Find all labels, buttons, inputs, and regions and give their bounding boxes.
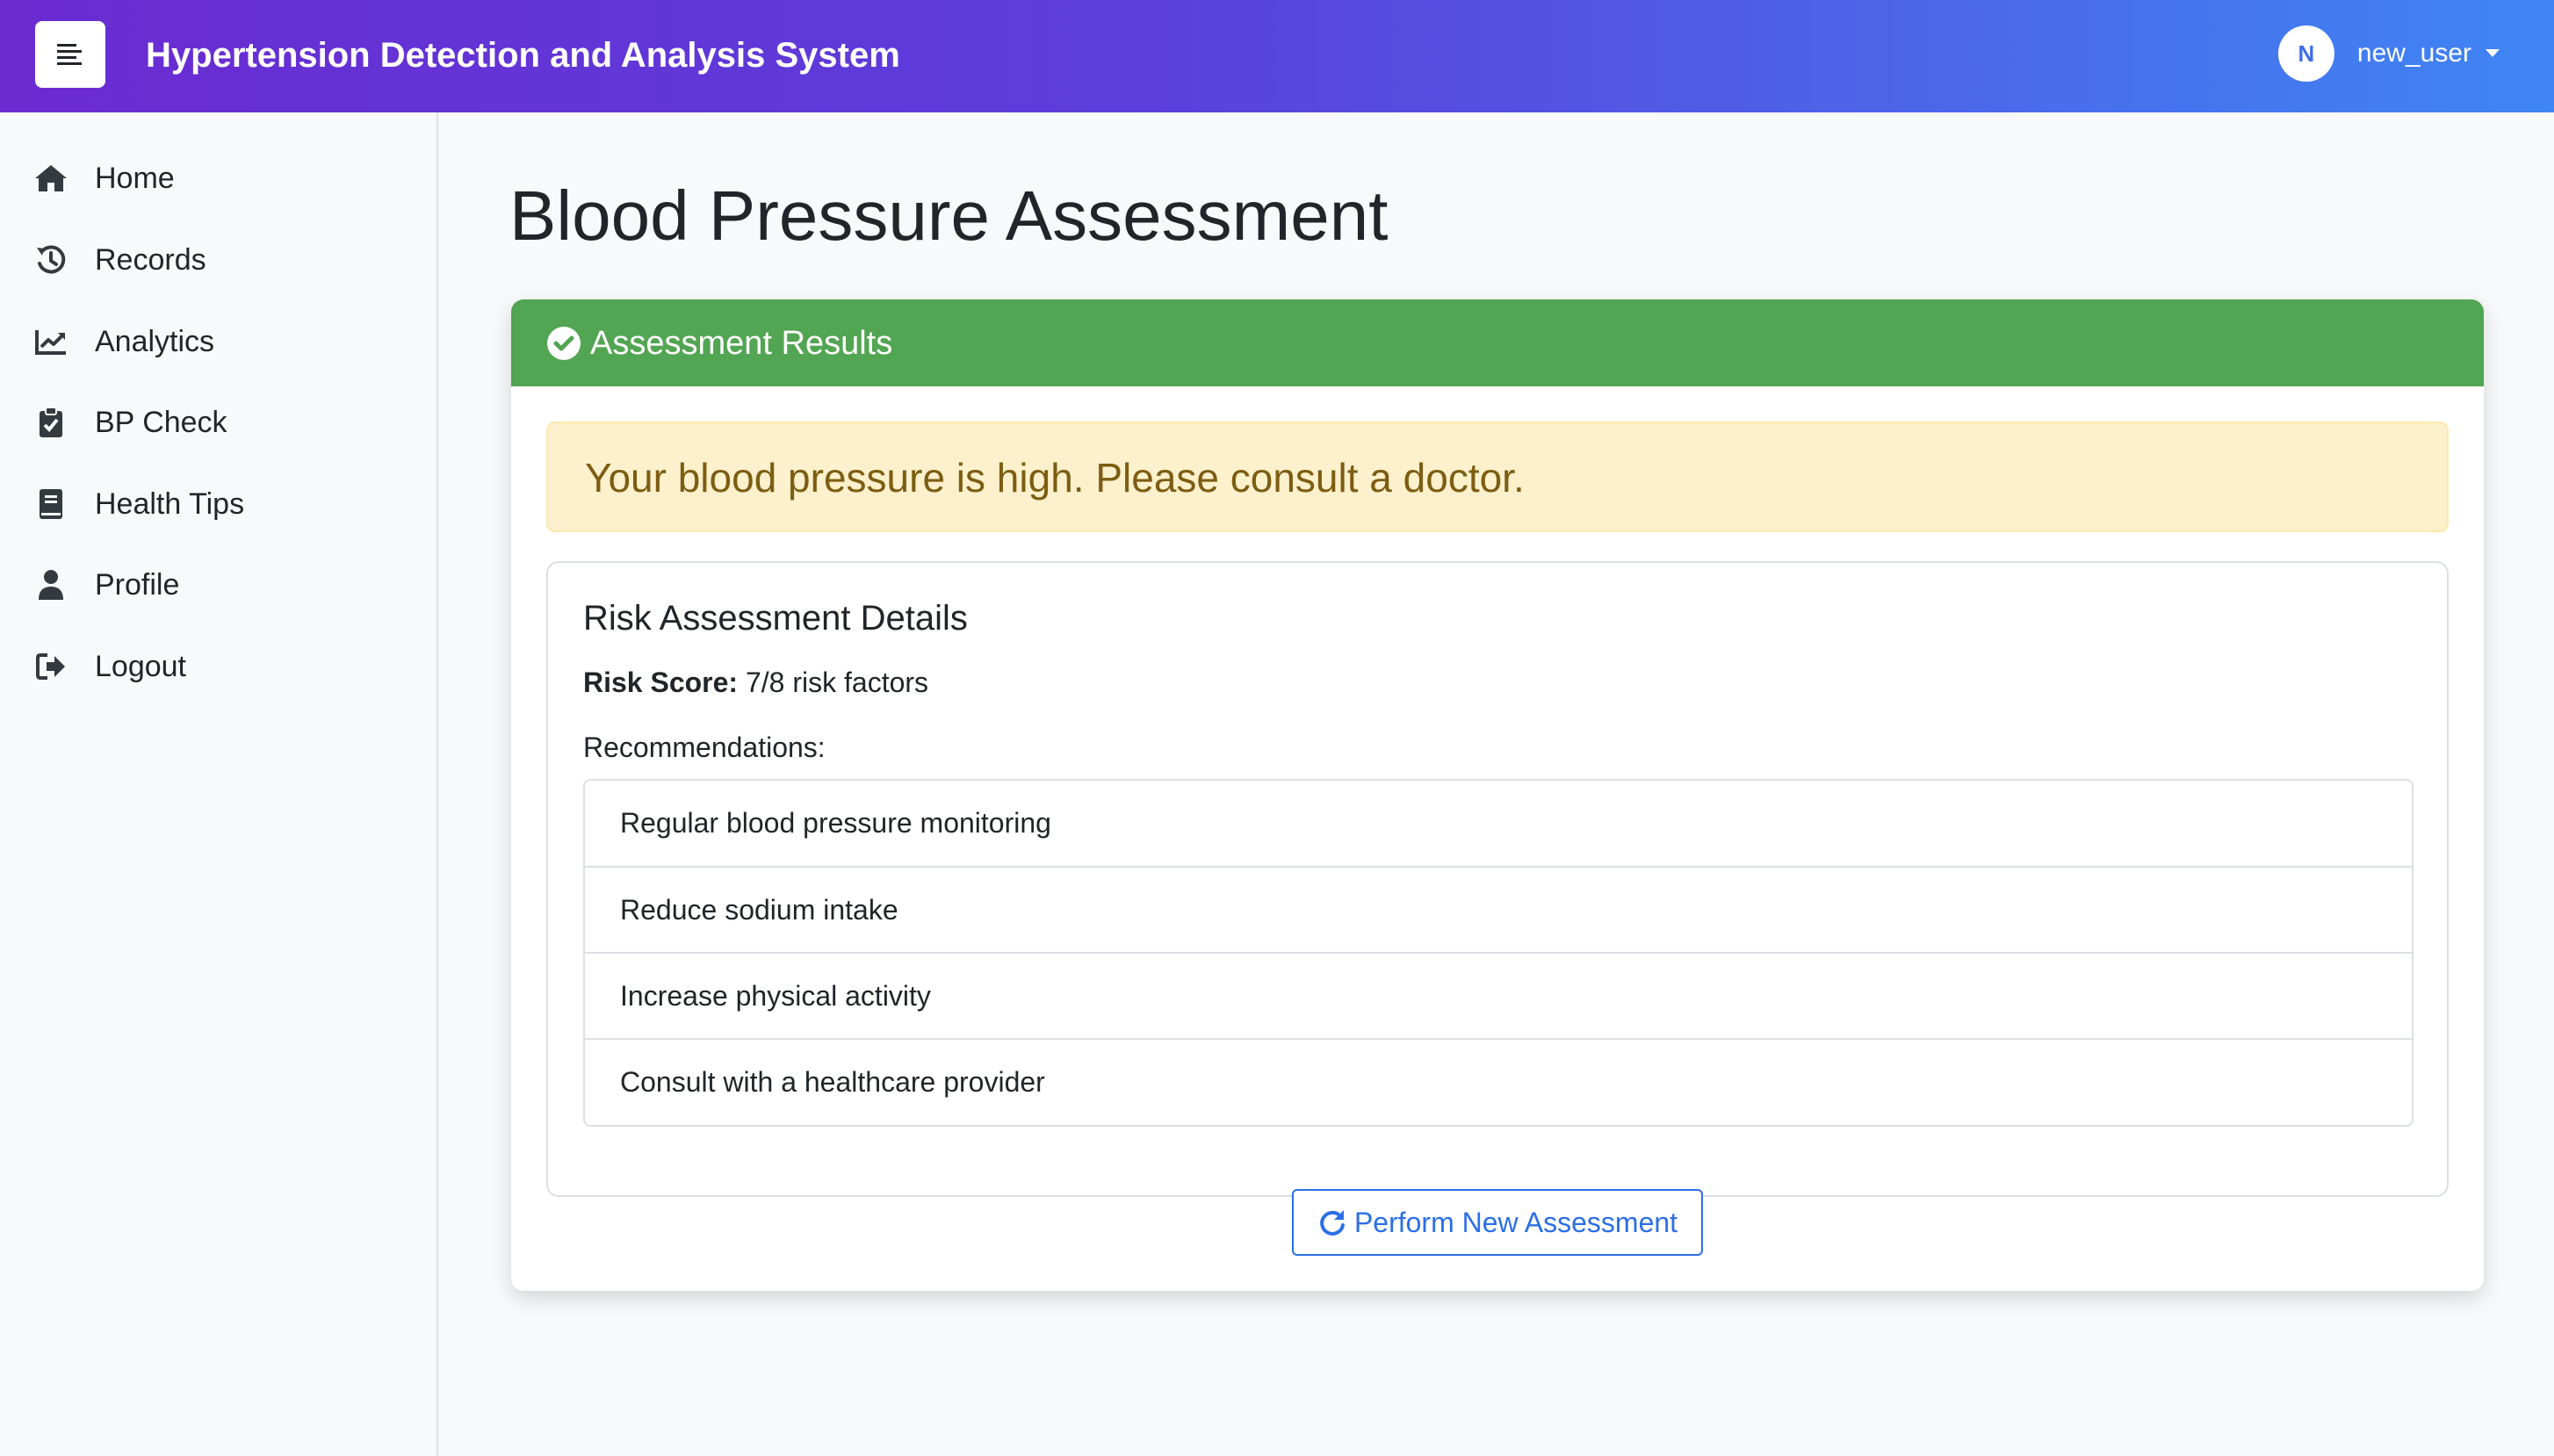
avatar: N xyxy=(2277,25,2334,82)
top-navbar: Hypertension Detection and Analysis Syst… xyxy=(0,0,2554,112)
sidebar-item-label: BP Check xyxy=(95,406,227,439)
button-label: Perform New Assessment xyxy=(1353,1206,1678,1238)
chart-line-icon xyxy=(33,326,69,357)
alert-message: Your blood pressure is high. Please cons… xyxy=(585,455,1525,501)
sidebar-item-health-tips[interactable]: Health Tips xyxy=(0,469,436,539)
sidebar-item-profile[interactable]: Profile xyxy=(0,550,436,620)
home-icon xyxy=(33,162,69,194)
list-item-text: Consult with a healthcare provider xyxy=(620,1066,1045,1098)
page-title: Blood Pressure Assessment xyxy=(509,177,1389,255)
risk-score-label: Risk Score: xyxy=(583,667,739,698)
risk-details-panel: Risk Assessment Details Risk Score: 7/8 … xyxy=(546,561,2449,1197)
sidebar-item-label: Health Tips xyxy=(95,487,245,521)
user-menu-dropdown[interactable]: N new_user xyxy=(2277,25,2500,82)
sidebar-item-logout[interactable]: Logout xyxy=(0,631,436,702)
sidebar-item-label: Profile xyxy=(95,568,180,602)
recommendations-list: Regular blood pressure monitoring Reduce… xyxy=(583,779,2413,1127)
sidebar-item-label: Logout xyxy=(95,650,186,683)
redo-icon xyxy=(1317,1207,1347,1237)
app-title[interactable]: Hypertension Detection and Analysis Syst… xyxy=(146,32,900,79)
list-item: Reduce sodium intake xyxy=(585,866,2412,952)
risk-score-value: 7/8 risk factors xyxy=(745,667,929,698)
username-label: new_user xyxy=(2356,39,2471,68)
recommendations-label: Recommendations: xyxy=(583,732,826,763)
sign-out-icon xyxy=(33,651,69,682)
sidebar-item-home[interactable]: Home xyxy=(0,143,436,213)
sidebar-toggle-button[interactable] xyxy=(35,21,105,88)
sidebar: Home Records Analytics BP Check Health T… xyxy=(0,112,438,1456)
list-item-text: Increase physical activity xyxy=(620,980,931,1012)
risk-score: Risk Score: 7/8 risk factors xyxy=(583,665,928,700)
card-header: Assessment Results xyxy=(511,299,2484,386)
list-item-text: Reduce sodium intake xyxy=(620,894,898,926)
history-icon xyxy=(33,244,69,276)
clipboard-check-icon xyxy=(33,407,69,438)
sidebar-item-bp-check[interactable]: BP Check xyxy=(0,387,436,458)
sidebar-item-records[interactable]: Records xyxy=(0,225,436,295)
list-item: Regular blood pressure monitoring xyxy=(585,781,2412,867)
details-title: Risk Assessment Details xyxy=(583,599,968,638)
sidebar-item-label: Home xyxy=(95,162,175,195)
caret-down-icon xyxy=(2485,49,2500,58)
card-header-title: Assessment Results xyxy=(590,325,893,362)
user-icon xyxy=(33,569,69,601)
book-icon xyxy=(33,488,69,520)
menu-lines-icon xyxy=(57,43,83,66)
sidebar-item-label: Records xyxy=(95,243,206,277)
list-item-text: Regular blood pressure monitoring xyxy=(620,807,1051,839)
perform-new-assessment-button[interactable]: Perform New Assessment xyxy=(1292,1189,1703,1256)
list-item: Increase physical activity xyxy=(585,952,2412,1038)
assessment-results-card: Assessment Results Your blood pressure i… xyxy=(511,299,2484,1291)
warning-alert: Your blood pressure is high. Please cons… xyxy=(546,422,2449,532)
sidebar-item-label: Analytics xyxy=(95,325,215,358)
sidebar-item-analytics[interactable]: Analytics xyxy=(0,306,436,377)
list-item: Consult with a healthcare provider xyxy=(585,1038,2412,1124)
check-circle-icon xyxy=(546,326,581,361)
